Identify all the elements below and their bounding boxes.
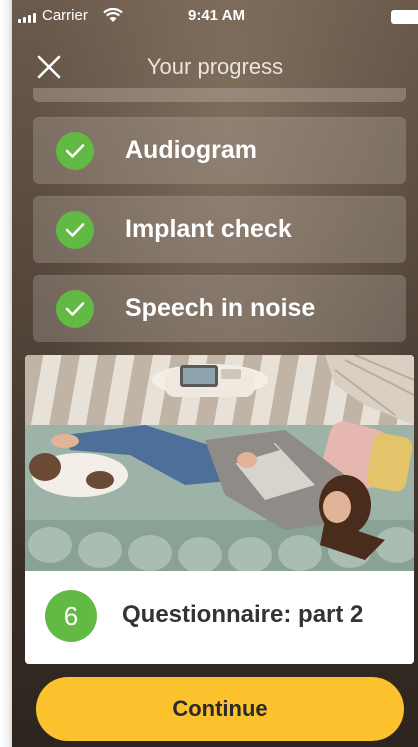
frame-edge: [0, 0, 12, 747]
status-bar: Carrier 9:41 AM: [12, 0, 418, 34]
task-label: Speech in noise: [125, 294, 316, 322]
next-task-label: Questionnaire: part 2: [122, 601, 364, 628]
checkmark-icon: [56, 132, 94, 170]
carrier-label: Carrier: [42, 7, 88, 24]
signal-icon: [18, 13, 36, 23]
battery-icon: [391, 10, 418, 24]
page-title: Your progress: [146, 54, 284, 79]
continue-button[interactable]: Continue: [36, 677, 404, 741]
task-label: Implant check: [125, 215, 292, 243]
checkmark-icon: [56, 211, 94, 249]
woman-on-couch-illustration: [25, 355, 414, 571]
progress-screen: Carrier 9:41 AM Your progress Audiogram …: [0, 0, 418, 747]
next-task-footer: 6 Questionnaire: part 2: [25, 571, 414, 664]
status-time: 9:41 AM: [188, 7, 245, 24]
header: Your progress: [12, 44, 418, 88]
task-item-implant-check[interactable]: Implant check: [33, 196, 406, 263]
next-task-card[interactable]: 6 Questionnaire: part 2: [25, 355, 414, 664]
task-item-speech-in-noise[interactable]: Speech in noise: [33, 275, 406, 342]
previous-task-peek: [33, 88, 406, 102]
checkmark-icon: [56, 290, 94, 328]
wifi-icon: [103, 8, 123, 22]
task-photo: [25, 355, 414, 571]
task-item-audiogram[interactable]: Audiogram: [33, 117, 406, 184]
step-number-badge: 6: [45, 590, 97, 642]
task-label: Audiogram: [125, 136, 257, 164]
